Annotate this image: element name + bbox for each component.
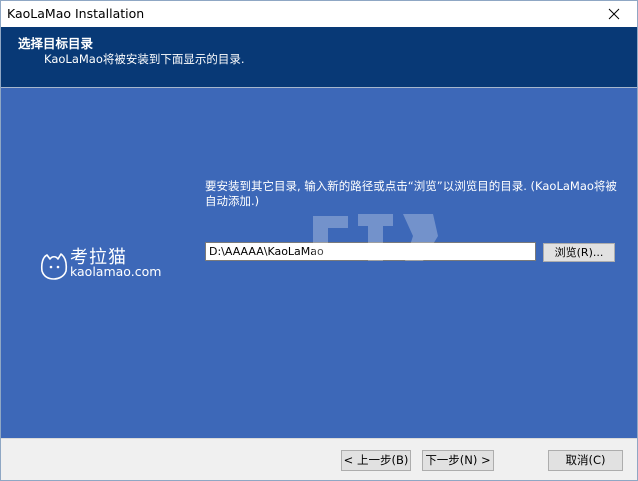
cancel-button[interactable]: 取消(C) [548,450,623,471]
koala-logo-icon [40,253,68,280]
instructions-text: 要安装到其它目录, 输入新的路径或点击“浏览”以浏览目的目录. (KaoLaMa… [205,179,617,208]
browse-button[interactable]: 浏览(R)... [543,243,615,262]
logo-domain: kaolamao.com [70,264,162,279]
next-button[interactable]: 下一步(N) > [422,450,494,471]
footer-divider [1,438,637,439]
title-bar: KaoLaMao Installation [1,1,637,27]
header-banner: 选择目标目录 KaoLaMao将被安装到下面显示的目录. [1,27,637,87]
watermark-icon [313,214,438,261]
back-button[interactable]: < 上一步(B) [341,450,411,471]
close-icon [608,8,620,20]
page-subtitle: KaoLaMao将被安装到下面显示的目录. [44,52,245,66]
close-button[interactable] [591,1,637,27]
page-title: 选择目标目录 [18,36,94,51]
installer-window: KaoLaMao Installation 选择目标目录 KaoLaMao将被安… [0,0,638,481]
window-title: KaoLaMao Installation [7,6,145,21]
